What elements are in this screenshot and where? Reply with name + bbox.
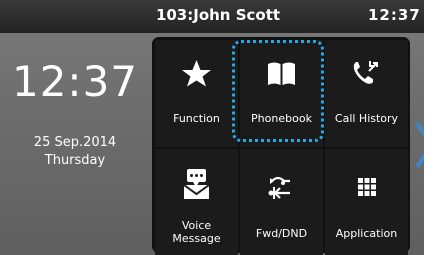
application-tile[interactable]: Application: [325, 149, 408, 255]
idle-date: 25 Sep.2014: [33, 135, 117, 150]
forward-dnd-icon: [240, 173, 323, 203]
status-time: 12:37: [368, 6, 421, 24]
phone-screen: 103:John Scott 12:37 12:37 25 Sep.2014 T…: [0, 0, 424, 255]
fwd-dnd-tile[interactable]: Fwd/DND: [240, 149, 323, 255]
grid-icon: [325, 173, 408, 203]
idle-clock: 12:37: [11, 57, 139, 106]
voicemail-icon: [155, 167, 238, 199]
idle-date-block: 25 Sep.2014 Thursday: [0, 134, 150, 170]
star-icon: [155, 58, 238, 88]
status-bar: 103:John Scott 12:37: [0, 0, 424, 33]
account-title: 103:John Scott: [155, 6, 281, 24]
next-page-arrow[interactable]: [414, 120, 424, 170]
idle-weekday: Thursday: [44, 153, 106, 168]
voice-message-tile[interactable]: Voice Message: [155, 149, 238, 255]
function-label: Function: [173, 112, 220, 125]
function-tile[interactable]: Function: [155, 40, 238, 147]
call-history-icon: [325, 58, 408, 88]
call-history-tile[interactable]: Call History: [325, 40, 408, 147]
application-label: Application: [335, 227, 398, 240]
fwd-dnd-label: Fwd/DND: [255, 227, 308, 240]
focus-highlight: [232, 40, 324, 142]
call-history-label: Call History: [334, 112, 399, 125]
voice-message-label: Voice Message: [172, 219, 221, 245]
